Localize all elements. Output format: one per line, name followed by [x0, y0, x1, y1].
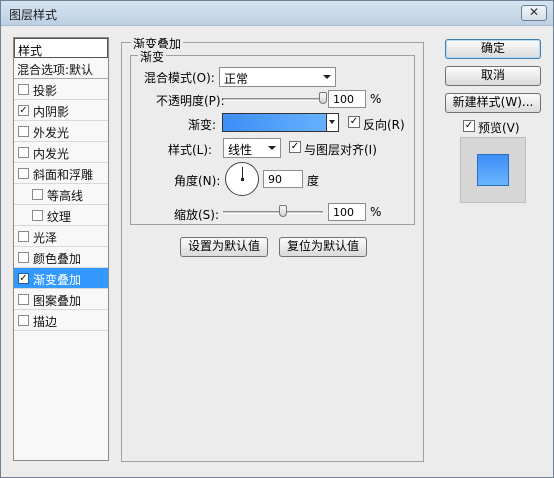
sidebar-item-label: 渐变叠加 — [33, 273, 82, 287]
opacity-unit: % — [370, 92, 382, 106]
gradient-dropdown[interactable] — [326, 114, 338, 131]
sidebar-item[interactable]: 混合选项:默认 — [14, 58, 108, 79]
sidebar-item-label: 描边 — [33, 315, 58, 329]
sidebar-item[interactable]: 纹理 — [14, 205, 108, 226]
style-checkbox[interactable] — [18, 126, 29, 137]
scale-slider-thumb[interactable] — [279, 205, 287, 217]
style-checkbox[interactable] — [18, 168, 29, 179]
reset-default-button[interactable]: 复位为默认值 — [279, 237, 367, 257]
style-checkbox[interactable] — [18, 315, 29, 326]
sidebar-item-label: 投影 — [33, 84, 58, 98]
chevron-down-icon — [323, 75, 331, 79]
gradient-swatch[interactable] — [222, 113, 339, 132]
cancel-button[interactable]: 取消 — [445, 66, 541, 86]
style-checkbox[interactable] — [18, 252, 29, 263]
sidebar-item-label: 内阴影 — [33, 105, 70, 119]
sidebar-item-label: 光泽 — [33, 231, 58, 245]
style-checkbox[interactable] — [18, 147, 29, 158]
style-checkbox[interactable]: ✓ — [18, 105, 29, 116]
opacity-slider-thumb[interactable] — [319, 92, 327, 104]
sidebar-item[interactable]: 等高线 — [14, 184, 108, 205]
gradient-group: 渐变 混合模式(O): 正常 不透明度(P): 100 % 渐变: ✓ 反向(R… — [130, 48, 415, 225]
opacity-input[interactable]: 100 — [328, 90, 366, 108]
sidebar-item[interactable]: 颜色叠加 — [14, 247, 108, 268]
sidebar-item-label: 混合选项:默认 — [17, 63, 94, 77]
style-label: 样式(L): — [168, 143, 213, 157]
sidebar-item[interactable]: 描边 — [14, 310, 108, 331]
angle-dial-center — [241, 178, 244, 181]
reverse-checkbox[interactable]: ✓ — [348, 116, 360, 128]
sidebar-item-label: 内发光 — [33, 147, 70, 161]
style-checkbox[interactable]: ✓ — [18, 273, 29, 284]
scale-label: 缩放(S): — [174, 208, 220, 222]
style-checkbox[interactable] — [32, 189, 43, 200]
blend-mode-label: 混合模式(O): — [144, 71, 215, 85]
styles-header[interactable]: 样式 — [14, 38, 108, 58]
check-icon: ✓ — [349, 116, 359, 127]
preview-swatch — [477, 154, 509, 186]
sidebar-item[interactable]: 外发光 — [14, 121, 108, 142]
gradient-overlay-panel: 渐变叠加 渐变 混合模式(O): 正常 不透明度(P): 100 % 渐变: ✓… — [121, 35, 424, 462]
blend-mode-select[interactable]: 正常 — [219, 67, 336, 87]
make-default-button[interactable]: 设置为默认值 — [180, 237, 268, 257]
sidebar-item-label: 颜色叠加 — [33, 252, 82, 266]
align-checkbox[interactable]: ✓ — [289, 141, 301, 153]
scale-slider-track[interactable] — [223, 211, 323, 214]
angle-unit: 度 — [307, 174, 320, 188]
close-button[interactable]: ✕ — [521, 5, 547, 21]
style-checkbox[interactable] — [18, 231, 29, 242]
sidebar-item-label: 外发光 — [33, 126, 70, 140]
blend-mode-value: 正常 — [224, 72, 249, 86]
style-preview — [460, 137, 526, 203]
scale-input[interactable]: 100 — [328, 203, 366, 221]
scale-unit: % — [370, 205, 382, 219]
style-value: 线性 — [228, 143, 253, 157]
preview-label: 预览(V) — [478, 121, 520, 135]
angle-dial[interactable] — [225, 162, 259, 196]
sidebar-item[interactable]: 图案叠加 — [14, 289, 108, 310]
style-checkbox[interactable] — [18, 84, 29, 95]
opacity-slider-track[interactable] — [223, 98, 323, 101]
style-checkbox[interactable] — [18, 294, 29, 305]
window-title: 图层样式 — [9, 8, 58, 22]
style-checkbox[interactable] — [32, 210, 43, 221]
reverse-label: 反向(R) — [363, 118, 405, 132]
style-select[interactable]: 线性 — [223, 138, 281, 158]
sidebar-item-label: 纹理 — [47, 210, 72, 224]
opacity-label: 不透明度(P): — [156, 94, 225, 108]
chevron-down-icon — [329, 120, 335, 124]
sidebar-item[interactable]: ✓ 渐变叠加 — [14, 268, 108, 289]
styles-list: 样式 混合选项:默认投影 ✓ 内阴影外发光内发光斜面和浮雕等高线纹理光泽颜色叠加 ✓ 渐… — [13, 37, 109, 461]
layer-style-dialog: 图层样式 ✕ 样式 混合选项:默认投影 ✓ 内阴影外发光内发光斜面和浮雕等高线纹理光… — [0, 0, 554, 478]
gradient-label: 渐变: — [188, 118, 217, 132]
sidebar-item[interactable]: 投影 — [14, 79, 108, 100]
sidebar-item[interactable]: ✓ 内阴影 — [14, 100, 108, 121]
preview-checkbox[interactable]: ✓ — [463, 120, 475, 132]
chevron-down-icon — [268, 146, 276, 150]
align-label: 与图层对齐(I) — [304, 143, 377, 157]
sidebar-item[interactable]: 光泽 — [14, 226, 108, 247]
dialog-client: 样式 混合选项:默认 投影 ✓ 内阴影 外发光 内发光 斜面和浮雕 等高线 纹理 光泽 颜色叠加 ✓ 渐… — [5, 28, 549, 474]
sidebar-item[interactable]: 内发光 — [14, 142, 108, 163]
group-title: 渐变 — [138, 48, 167, 65]
angle-label: 角度(N): — [174, 174, 221, 188]
title-bar[interactable]: 图层样式 ✕ — [1, 1, 553, 26]
sidebar-item-label: 等高线 — [47, 189, 84, 203]
check-icon: ✓ — [290, 141, 300, 152]
angle-input[interactable]: 90 — [263, 170, 303, 188]
ok-button[interactable]: 确定 — [445, 39, 541, 59]
new-style-button[interactable]: 新建样式(W)... — [445, 93, 541, 113]
sidebar-item-label: 图案叠加 — [33, 294, 82, 308]
sidebar-item-label: 斜面和浮雕 — [33, 168, 94, 182]
sidebar-item[interactable]: 斜面和浮雕 — [14, 163, 108, 184]
check-icon: ✓ — [464, 120, 474, 131]
